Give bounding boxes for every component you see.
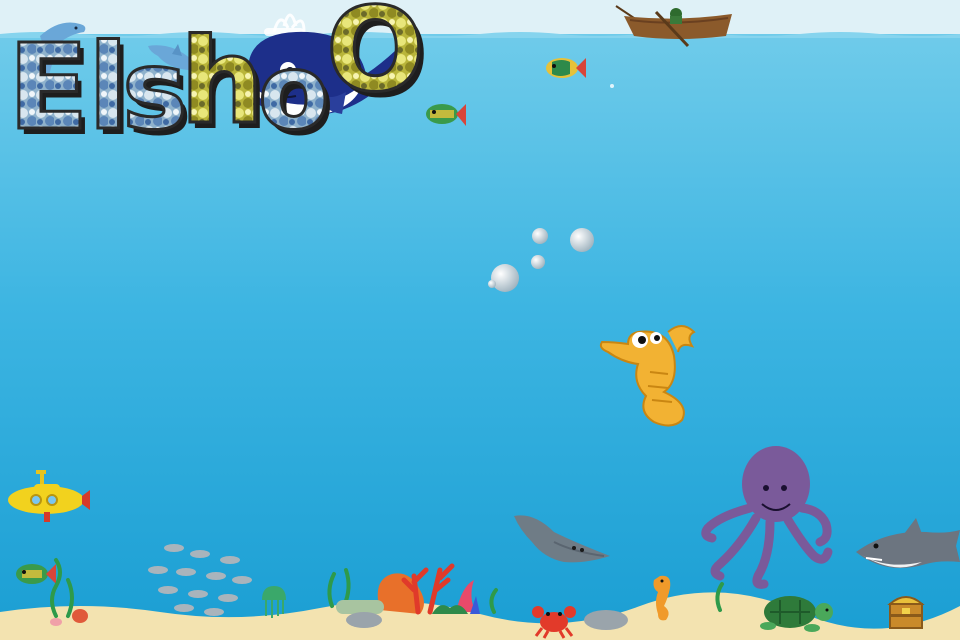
title-letter: oo	[257, 30, 335, 160]
game-title: EE llsshhoo OO	[7, 0, 430, 163]
title-letter: hh	[179, 11, 270, 157]
svg-text:s: s	[122, 26, 187, 154]
svg-text:O: O	[326, 0, 425, 118]
game-scene[interactable]: EEllsshhooOO	[0, 0, 960, 640]
svg-text:o: o	[258, 31, 329, 153]
title-letter: OO	[325, 0, 430, 124]
treasure-chest-icon[interactable]	[887, 596, 925, 629]
svg-text:h: h	[180, 12, 264, 150]
svg-text:E: E	[8, 18, 89, 156]
title-letter: EE	[7, 17, 94, 163]
game-title-logo: EE llsshhoo OO	[7, 0, 430, 163]
